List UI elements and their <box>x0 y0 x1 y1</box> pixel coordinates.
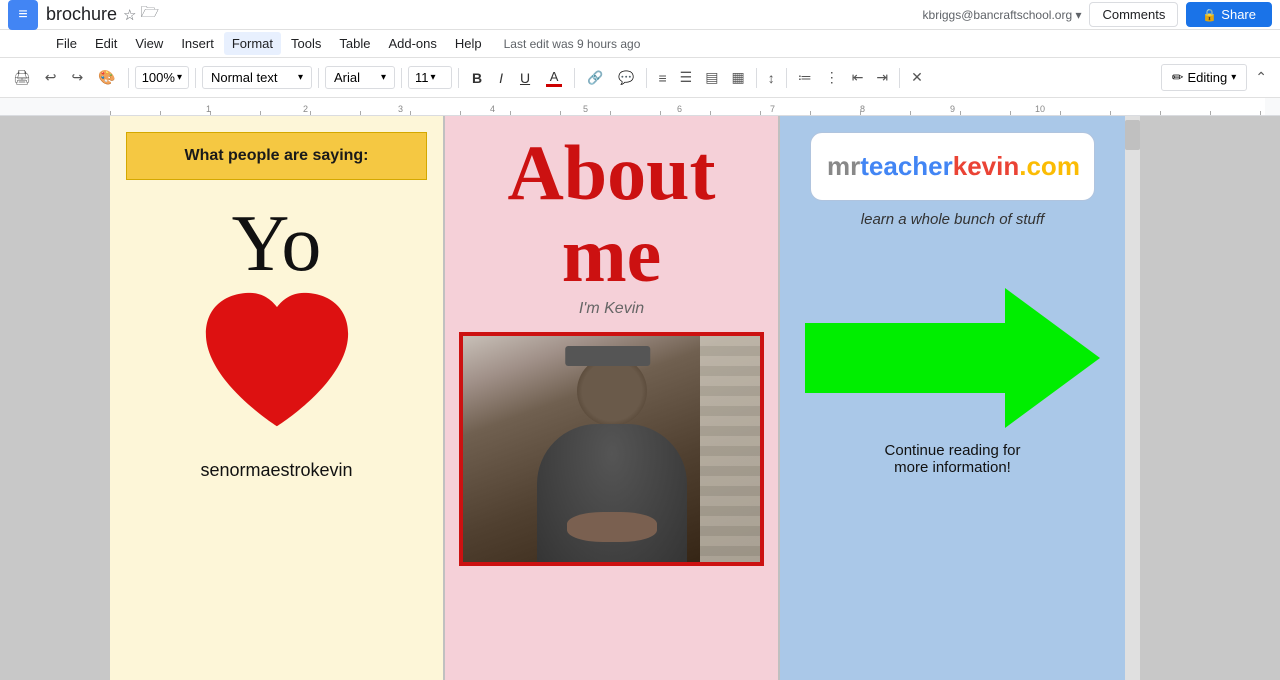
underline-button[interactable]: U <box>513 66 537 90</box>
decrease-indent-button[interactable]: ⇤ <box>847 65 869 90</box>
yellow-box-text: What people are saying: <box>184 147 368 164</box>
increase-indent-button[interactable]: ⇥ <box>871 65 893 90</box>
website-name: mrteacherkevin.com <box>827 151 1080 181</box>
align-justify-button[interactable]: ▦ <box>726 65 749 90</box>
last-edit-label: Last edit was 9 hours ago <box>504 37 641 51</box>
yellow-box: What people are saying: <box>126 132 427 180</box>
green-arrow <box>805 278 1100 438</box>
numbered-list-button[interactable]: ≔ <box>793 65 817 90</box>
panel-right[interactable]: mrteacherkevin.com learn a whole bunch o… <box>780 116 1125 680</box>
menu-addons[interactable]: Add-ons <box>380 32 444 55</box>
clear-format-button[interactable]: ✕ <box>906 65 928 90</box>
font-dropdown[interactable]: Arial ▾ <box>325 66 395 89</box>
teacher-text: teacher <box>860 151 953 181</box>
comment-button[interactable]: 💬 <box>612 66 640 90</box>
font-color-button[interactable]: A <box>540 65 568 91</box>
undo-button[interactable]: ↩ <box>39 65 63 90</box>
continue-reading-text: Continue reading for more information! <box>885 442 1021 476</box>
kevin-text: kevin <box>953 151 1020 181</box>
green-arrow-container <box>792 278 1113 438</box>
panel-middle[interactable]: About me I'm Kevin <box>445 116 780 680</box>
align-right-button[interactable]: ▤ <box>700 65 723 90</box>
text-style-dropdown[interactable]: Normal text ▾ <box>202 66 312 89</box>
menu-bar: File Edit View Insert Format Tools Table… <box>0 30 1280 58</box>
menu-view[interactable]: View <box>127 32 171 55</box>
line-spacing-button[interactable]: ↕ <box>763 66 780 90</box>
app-menu-icon[interactable]: ≡ <box>8 0 38 30</box>
learn-text: learn a whole bunch of stuff <box>861 211 1044 228</box>
yo-text: Yo <box>232 204 322 284</box>
menu-table[interactable]: Table <box>331 32 378 55</box>
print-button[interactable]: 🖨 <box>8 65 36 90</box>
menu-tools[interactable]: Tools <box>283 32 329 55</box>
menu-help[interactable]: Help <box>447 32 490 55</box>
collapse-toolbar-button[interactable]: ⌃ <box>1250 65 1272 90</box>
dotcom-text: .com <box>1019 151 1080 181</box>
about-me-title: About me <box>457 132 766 296</box>
photo-frame <box>459 332 764 566</box>
redo-button[interactable]: ↪ <box>66 65 90 90</box>
bold-button[interactable]: B <box>465 66 489 90</box>
name-text: senormaestrokevin <box>200 460 352 481</box>
star-icon[interactable]: ☆ <box>123 6 136 24</box>
ruler: 1 2 3 4 5 6 7 8 9 10 <box>0 98 1280 116</box>
chevron-down-icon: ▾ <box>298 72 303 83</box>
folder-icon[interactable]: 🗁 <box>141 2 160 27</box>
user-email[interactable]: kbriggs@bancraftschool.org ▾ <box>923 8 1082 22</box>
bullet-list-button[interactable]: ⋮ <box>820 65 844 90</box>
chevron-down-icon: ▾ <box>430 72 435 83</box>
menu-edit[interactable]: Edit <box>87 32 125 55</box>
menu-file[interactable]: File <box>48 32 85 55</box>
link-button[interactable]: 🔗 <box>581 66 609 90</box>
comments-button[interactable]: Comments <box>1089 2 1178 27</box>
menu-format[interactable]: Format <box>224 32 281 55</box>
website-box: mrteacherkevin.com <box>810 132 1095 201</box>
chevron-down-icon: ▾ <box>177 72 182 83</box>
align-center-button[interactable]: ☰ <box>675 65 698 90</box>
main-area: What people are saying: Yo senormaestrok… <box>0 116 1280 680</box>
pencil-icon: ✏ <box>1172 69 1184 86</box>
editing-mode-dropdown[interactable]: ✏ Editing ▾ <box>1161 64 1248 91</box>
chevron-down-icon: ▾ <box>381 72 386 83</box>
chevron-down-icon: ▾ <box>1231 72 1236 83</box>
left-margin <box>0 116 110 680</box>
toolbar: 🖨 ↩ ↪ 🎨 100% ▾ Normal text ▾ Arial ▾ 11 … <box>0 58 1280 98</box>
heart-icon <box>187 284 367 444</box>
align-left-button[interactable]: ≡ <box>653 66 671 90</box>
menu-insert[interactable]: Insert <box>173 32 222 55</box>
share-button[interactable]: 🔒 Share <box>1186 2 1272 27</box>
panel-left[interactable]: What people are saying: Yo senormaestrok… <box>110 116 445 680</box>
im-kevin-text: I'm Kevin <box>579 300 644 318</box>
paint-format-button[interactable]: 🎨 <box>92 65 121 90</box>
doc-title: brochure <box>46 4 117 25</box>
scrollbar[interactable] <box>1125 116 1140 680</box>
lock-icon: 🔒 <box>1202 8 1217 22</box>
zoom-dropdown[interactable]: 100% ▾ <box>135 66 189 89</box>
mr-text: mr <box>827 151 860 181</box>
italic-button[interactable]: I <box>492 66 510 90</box>
font-size-dropdown[interactable]: 11 ▾ <box>408 66 452 89</box>
